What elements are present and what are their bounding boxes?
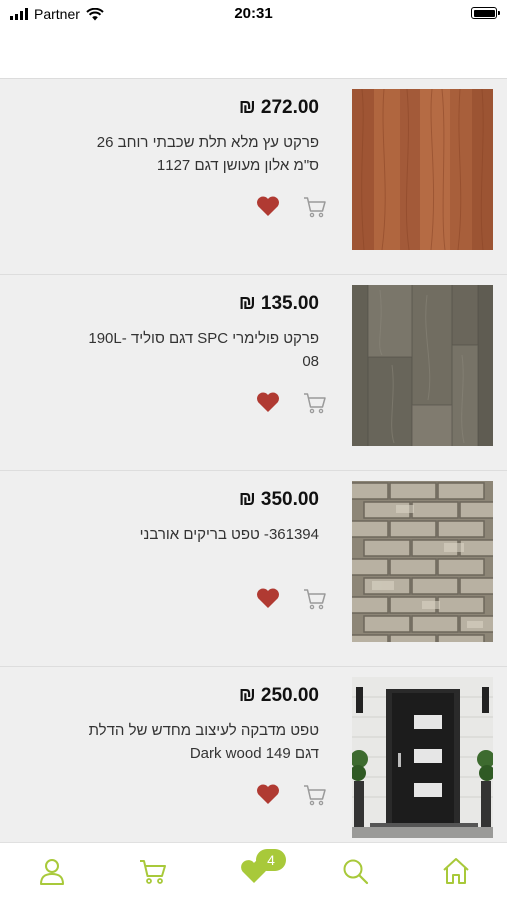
- product-title[interactable]: פרקט פולימרי SPC דגם סוליד 190L-08: [79, 327, 319, 373]
- battery-icon: [471, 7, 500, 19]
- cart-icon[interactable]: [303, 588, 327, 610]
- product-row[interactable]: ₪ 135.00 פרקט פולימרי SPC דגם סוליד 190L…: [0, 275, 507, 471]
- product-image-door-sticker[interactable]: [352, 677, 493, 838]
- product-price: ₪ 350.00: [238, 489, 319, 510]
- heart-icon[interactable]: [256, 783, 280, 805]
- tab-home-icon[interactable]: [441, 856, 471, 886]
- product-row[interactable]: ₪ 250.00 טפט מדבקה לעיצוב מחדש של הדלת ד…: [0, 667, 507, 842]
- bottom-tab-bar: 4: [0, 842, 507, 901]
- product-row[interactable]: ₪ 350.00 361394- טפט בריקים אורבני: [0, 471, 507, 667]
- product-image-spc-floor[interactable]: [352, 285, 493, 446]
- status-time: 20:31: [234, 5, 273, 22]
- heart-icon[interactable]: [256, 195, 280, 217]
- cart-icon[interactable]: [303, 784, 327, 806]
- product-price: ₪ 250.00: [238, 685, 319, 706]
- favorites-count-badge: 4: [256, 849, 286, 871]
- tab-cart-icon[interactable]: [138, 856, 168, 886]
- status-bar: Partner 20:31: [0, 0, 507, 30]
- product-list[interactable]: ₪ 272.00 פרקט עץ מלא תלת שכבתי רוחב 26 ס…: [0, 79, 507, 842]
- cart-icon[interactable]: [303, 392, 327, 414]
- product-title[interactable]: פרקט עץ מלא תלת שכבתי רוחב 26 ס"מ אלון מ…: [79, 131, 319, 177]
- product-row[interactable]: ₪ 272.00 פרקט עץ מלא תלת שכבתי רוחב 26 ס…: [0, 79, 507, 275]
- heart-icon[interactable]: [256, 587, 280, 609]
- tab-search-icon[interactable]: [340, 856, 370, 886]
- tab-profile-icon[interactable]: [37, 856, 67, 886]
- product-price: ₪ 135.00: [238, 293, 319, 314]
- heart-icon[interactable]: [256, 391, 280, 413]
- product-image-oak-parquet[interactable]: [352, 89, 493, 250]
- product-price: ₪ 272.00: [238, 97, 319, 118]
- product-title[interactable]: טפט מדבקה לעיצוב מחדש של הדלת דגם Dark w…: [79, 719, 319, 765]
- cart-icon[interactable]: [303, 196, 327, 218]
- product-title[interactable]: 361394- טפט בריקים אורבני: [79, 523, 319, 546]
- product-image-brick-wallpaper[interactable]: [352, 481, 493, 642]
- header-bar: [0, 30, 507, 79]
